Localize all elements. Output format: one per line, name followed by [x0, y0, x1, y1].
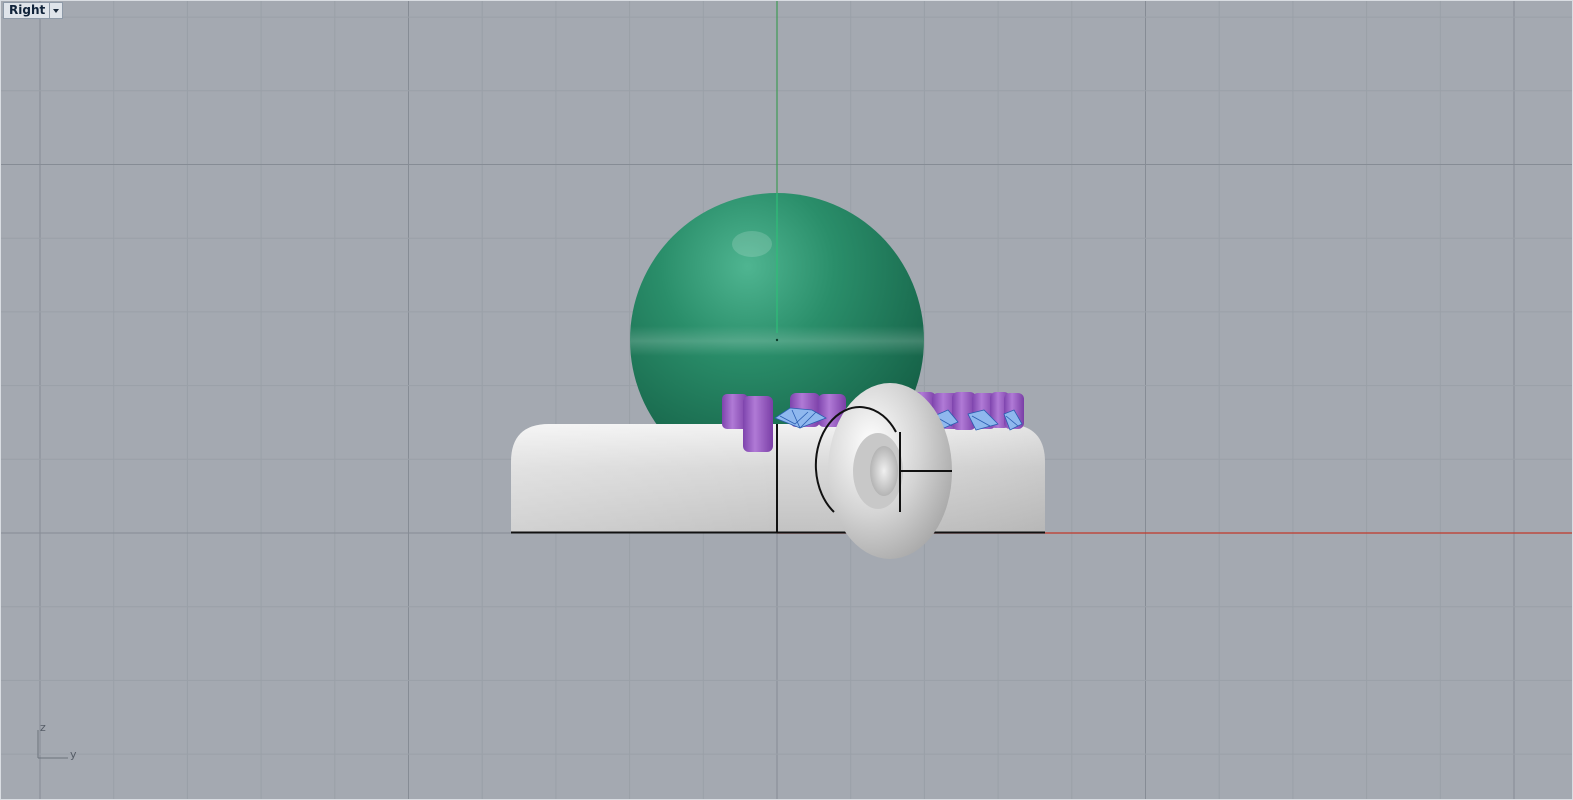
axis-label-y: y	[70, 748, 77, 761]
viewport-canvas[interactable]: z y	[0, 0, 1573, 800]
viewport-title[interactable]: Right	[4, 3, 49, 18]
axis-icon: z y	[37, 721, 77, 761]
right-viewport[interactable]: z y Right	[0, 0, 1573, 800]
chevron-down-icon[interactable]	[49, 3, 62, 18]
viewport-title-tab[interactable]: Right	[3, 2, 64, 19]
base-body[interactable]	[511, 424, 1045, 534]
axis-label-z: z	[40, 721, 46, 734]
